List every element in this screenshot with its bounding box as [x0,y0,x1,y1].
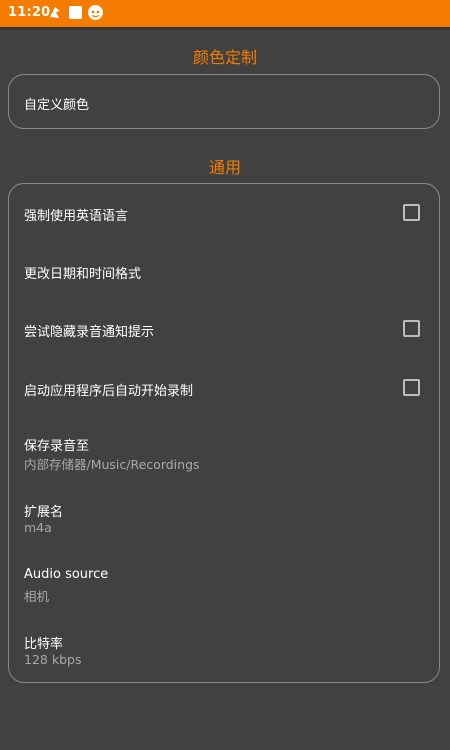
status-bar-shadow [0,27,450,31]
setting-title: 保存录音至 [24,439,90,454]
setting-title: 自定义颜色 [24,98,90,113]
setting-summary: 128 kbps [24,652,82,667]
cat-app-icon [88,5,103,20]
setting-customize-colors[interactable]: 自定义颜色 [9,75,439,130]
setting-hide-recording-notification[interactable]: 尝试隐藏录音通知提示 [9,300,439,358]
section-title-color: 颜色定制 [192,48,257,67]
setting-title: 扩展名 [24,505,64,520]
hide-notification-checkbox[interactable] [403,320,420,337]
setting-title: 尝试隐藏录音通知提示 [24,325,155,340]
setting-auto-start-recording[interactable]: 启动应用程序后自动开始录制 [9,358,439,416]
setting-save-recordings-to[interactable]: 保存录音至 内部存储器/Music/Recordings [9,422,439,486]
setting-title: 更改日期和时间格式 [24,267,142,282]
status-bar: 11:20 [0,0,450,31]
status-time: 11:20 [8,5,51,20]
setting-force-english[interactable]: 强制使用英语语言 [9,184,439,242]
setting-summary: m4a [24,520,52,535]
square-notification-icon [69,6,82,19]
section-title-general: 通用 [208,158,241,177]
general-settings-card: 强制使用英语语言 更改日期和时间格式 尝试隐藏录音通知提示 启动应用程序后自动开… [8,183,440,683]
force-english-checkbox[interactable] [403,204,420,221]
setting-extension[interactable]: 扩展名 m4a [9,488,439,552]
setting-title: 启动应用程序后自动开始录制 [24,384,194,399]
setting-bitrate[interactable]: 比特率 128 kbps [9,620,439,684]
setting-summary: 相机 [24,589,50,604]
setting-summary: 内部存储器/Music/Recordings [24,457,200,472]
setting-audio-source[interactable]: Audio source 相机 [9,554,439,618]
setting-title: Audio source [24,567,109,582]
setting-title: 强制使用英语语言 [24,209,129,224]
auto-start-recording-checkbox[interactable] [403,379,420,396]
setting-title: 比特率 [24,637,64,652]
setting-change-date-time-format[interactable]: 更改日期和时间格式 [9,242,439,300]
notification-app-icon [50,7,60,18]
color-settings-card: 自定义颜色 [8,74,440,129]
